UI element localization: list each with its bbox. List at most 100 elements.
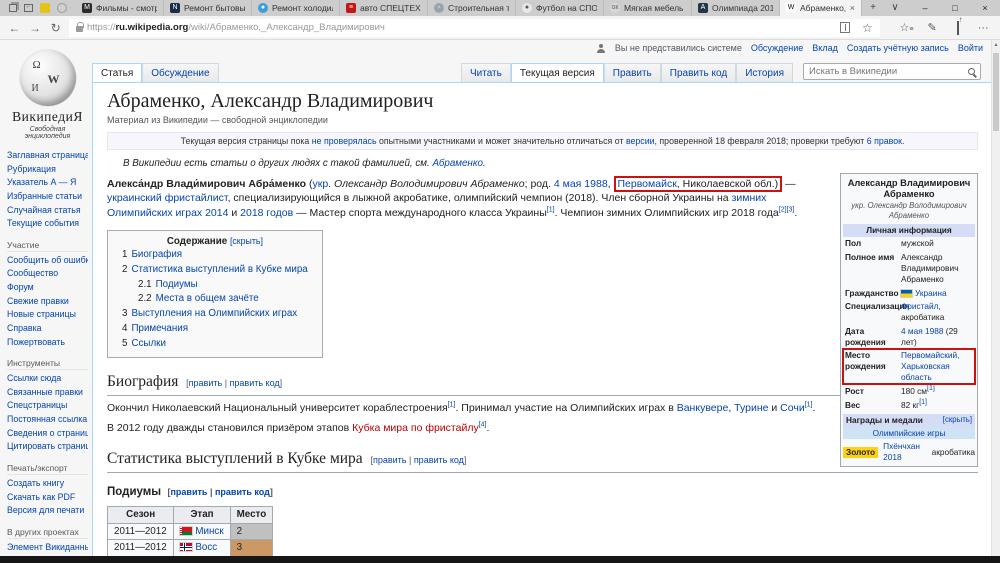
wikipedia-wordmark[interactable]: ВикипедиЯ [7,109,88,125]
browser-tab[interactable]: ◦ Строительная техни [428,0,516,16]
scroll-up-arrow-icon[interactable]: ▲ [992,40,1000,51]
sidebar-item-page-info[interactable]: Сведения о странице [7,427,88,441]
browser-tab[interactable]: А Олимпиада 2018 Кор [692,0,780,16]
may-4-link[interactable]: 4 мая [554,178,582,190]
ukr-lang-link[interactable]: укр. [313,178,332,190]
sidebar-item-random[interactable]: Случайная статья [7,204,88,218]
hub-favorites-icon[interactable]: ☆≡ [894,21,920,34]
ukraine-link[interactable]: Украина [915,288,947,298]
sidebar-item-special-pages[interactable]: Спецстраницы [7,399,88,413]
voss-link[interactable]: Восс [195,542,217,553]
kharkiv-oblast-link[interactable]: Харьковская область [901,361,950,382]
browser-tab[interactable]: ● Ремонт холодильники [252,0,340,16]
toc-item-biography[interactable]: 1 Биография [122,248,308,263]
tab-preview-chevron-icon[interactable]: ∨ [884,0,906,16]
wikipedia-globe-logo[interactable]: ΩWИ [19,50,76,106]
sidebar-item-community[interactable]: Сообщество [7,267,88,281]
sidebar-item-main-page[interactable]: Заглавная страница [7,149,88,163]
search-icon[interactable] [968,68,975,75]
personal-link-login[interactable]: Войти [958,43,983,53]
ref-4[interactable]: [4] [479,421,487,428]
toc-item-olympics[interactable]: 3 Выступления на Олимпийских играх [122,307,308,322]
pinned-tab-yellow-icon[interactable] [40,3,50,13]
refresh-icon[interactable]: ↻ [45,21,66,35]
page-scrollbar[interactable]: ▲ [991,40,1000,556]
sidebar-item-donate[interactable]: Пожертвовать [7,336,88,350]
toc-item-statistics[interactable]: 2 Статистика выступлений в Кубке мира [122,263,308,278]
close-button[interactable]: × [970,0,1000,16]
edit-source-link[interactable]: править код [230,378,280,388]
vancouver-link[interactable]: Ванкувере [677,402,729,414]
sidebar-item-report-error[interactable]: Сообщить об ошибке [7,254,88,268]
browser-tab[interactable]: N Ремонт бытовых холо [164,0,252,16]
sidebar-item-what-links-here[interactable]: Ссылки сюда [7,372,88,386]
sidebar-item-printable[interactable]: Версия для печати [7,504,88,518]
pending-edits-link[interactable]: 6 правок [867,136,902,146]
freestyle-world-cup-redlink[interactable]: Кубка мира по фристайлу [352,422,479,434]
sidebar-item-index[interactable]: Указатель А — Я [7,176,88,190]
sidebar-item-forum[interactable]: Форум [7,281,88,295]
sidebar-item-recent-changes[interactable]: Свежие правки [7,295,88,309]
browser-tab[interactable]: ≡ авто СПЕЦТЕХНИКА А [340,0,428,16]
tab-article[interactable]: Статья [92,63,143,82]
edit-link[interactable]: править [170,487,207,497]
olympics-2018-link[interactable]: 2018 годов [240,207,293,219]
minsk-link[interactable]: Минск [195,526,223,537]
version-link[interactable]: версии [626,136,655,146]
back-icon[interactable]: ← [4,21,25,35]
abramenko-disambig-link[interactable]: Абраменко [432,158,482,169]
tab-edit[interactable]: Править [603,63,661,82]
hide-awards-link[interactable]: [скрыть] [943,415,972,426]
set-tabs-aside-icon[interactable] [24,3,33,12]
sidebar-item-featured[interactable]: Избранные статьи [7,190,88,204]
pervomaisk-link[interactable]: Первомайск [618,178,677,190]
more-options-icon[interactable]: ··· [970,22,996,34]
forward-icon[interactable]: → [25,21,46,35]
pervomaiskyi-link[interactable]: Первомайский, [901,350,959,360]
edit-source-link[interactable]: править код [414,455,464,465]
tab-history[interactable]: История [736,63,793,82]
toc-item-overall[interactable]: 2.2 Места в общем зачёте [122,292,308,307]
tab-close-icon[interactable]: × [850,3,855,13]
personal-link-talk[interactable]: Обсуждение [751,43,803,53]
ref-1[interactable]: [1] [805,401,813,408]
freestyler-link[interactable]: фристайлист [165,192,228,204]
edit-link[interactable]: править [373,455,407,465]
scrollbar-thumb[interactable] [993,53,999,131]
pyeongchang-2018-link[interactable]: Пхёнчхан 2018 [883,441,927,463]
ref-1[interactable]: [1] [547,206,555,213]
sochi-link[interactable]: Сочи [780,402,805,414]
freestyle-link[interactable]: Фристайл [901,301,939,311]
tabs-set-aside-icon[interactable] [9,4,17,12]
browser-tab[interactable]: М Фильмы - смотреть о [76,0,164,16]
web-note-pen-icon[interactable]: ✎ [919,21,945,34]
search-input[interactable] [809,66,968,77]
tab-edit-source[interactable]: Править код [660,63,737,82]
new-tab-button[interactable]: + [862,0,884,16]
birth-date-link[interactable]: 4 мая 1988 [901,326,944,336]
sidebar-item-related-changes[interactable]: Связанные правки [7,386,88,400]
browser-tab[interactable]: ок Мягкая мебель Харьк [604,0,692,16]
olympic-games-link[interactable]: Олимпийские игры [843,426,975,440]
personal-link-create-account[interactable]: Создать учётную запись [847,43,949,53]
url-field[interactable]: https://ru.wikipedia.org/wiki/Абраменко,… [68,18,880,37]
tab-current-version[interactable]: Текущая версия [510,63,604,82]
sidebar-item-new-pages[interactable]: Новые страницы [7,308,88,322]
favorite-star-icon[interactable]: ☆ [862,21,873,35]
browser-tab-active[interactable]: W Абраменко, Алекс × [780,0,862,16]
sidebar-item-rubrication[interactable]: Рубрикация [7,163,88,177]
not-reviewed-link[interactable]: не проверялась [312,136,377,146]
toc-item-notes[interactable]: 4 Примечания [122,322,308,337]
maximize-button[interactable]: □ [940,0,970,16]
browser-tab[interactable]: ● Футбол на СПОРТ.UA [516,0,604,16]
edit-link[interactable]: править [189,378,223,388]
edit-source-link[interactable]: править код [215,487,270,497]
sidebar-item-create-book[interactable]: Создать книгу [7,477,88,491]
tab-read[interactable]: Читать [461,63,511,82]
sidebar-item-permanent-link[interactable]: Постоянная ссылка [7,413,88,427]
sidebar-item-download-pdf[interactable]: Скачать как PDF [7,491,88,505]
ref-2-3[interactable]: [2][3] [779,206,795,213]
sidebar-item-current-events[interactable]: Текущие события [7,217,88,231]
tab-talk[interactable]: Обсуждение [142,63,219,82]
pinned-tab-gray-icon[interactable] [57,3,67,13]
